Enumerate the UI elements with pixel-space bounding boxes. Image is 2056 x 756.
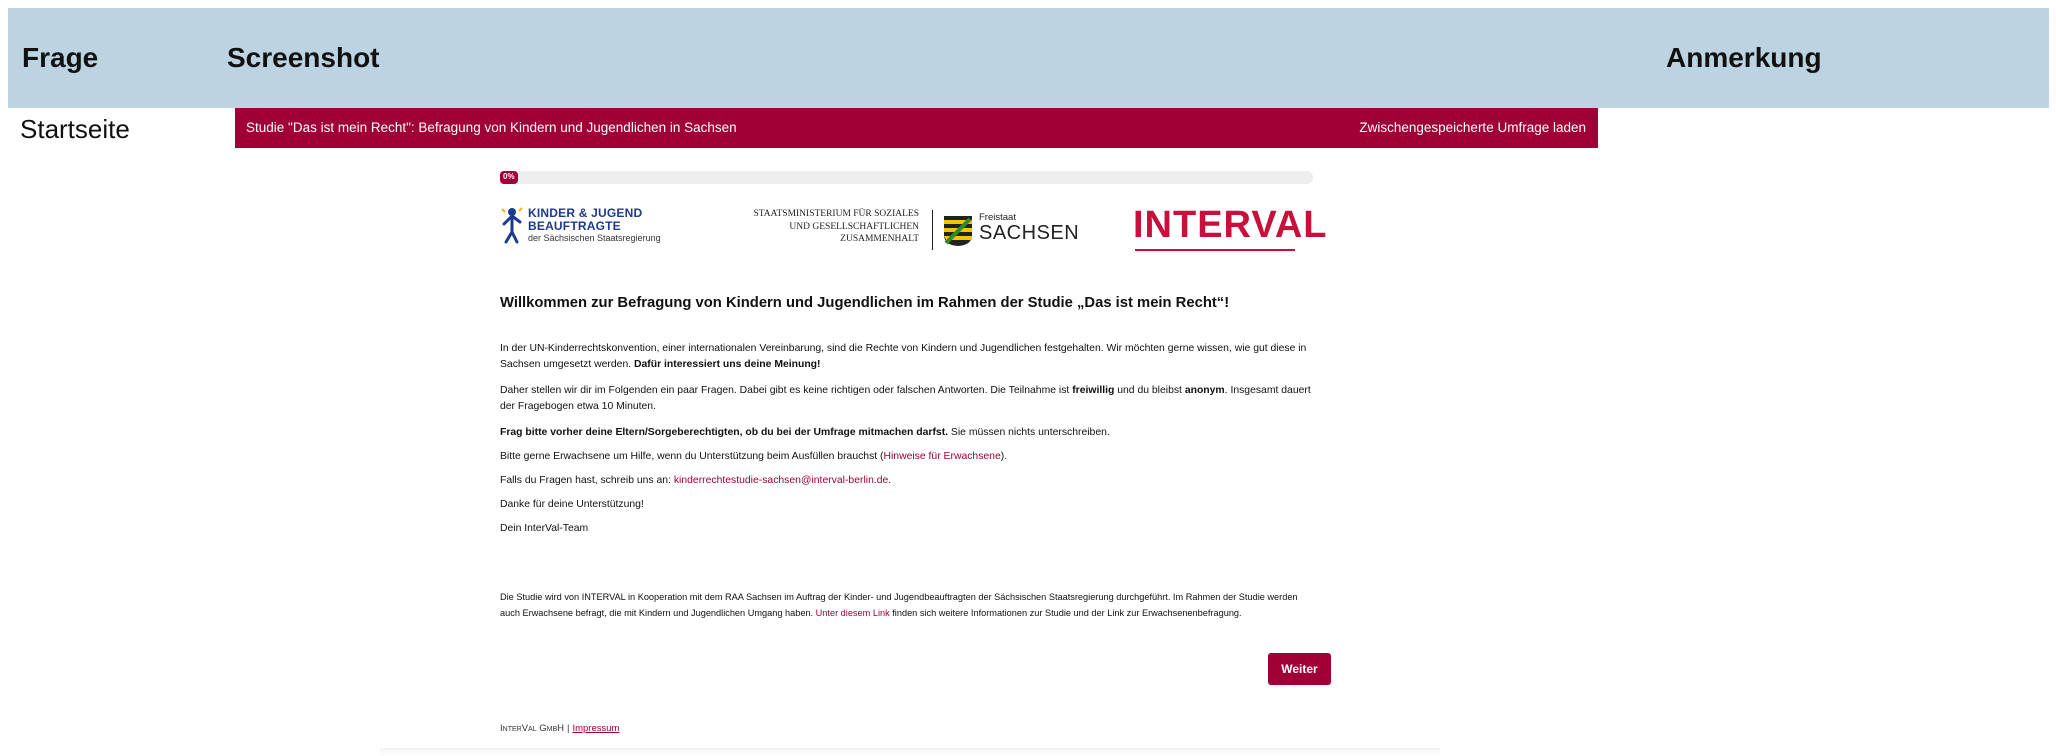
intro-p3-text: Sie müssen nichts unterschreiben. <box>948 427 1110 438</box>
survey-topbar: Studie "Das ist mein Recht": Befragung v… <box>235 108 1598 148</box>
sms-logo-line1: STAATSMINISTERIUM FÜR SOZIALES <box>753 209 919 219</box>
document-table: Frage Screenshot Anmerkung Startseite St… <box>8 8 2049 756</box>
intro-p4-b: ). <box>1000 451 1008 462</box>
footer-separator: | <box>566 723 570 734</box>
header-screenshot: Screenshot <box>227 42 380 73</box>
team-signature: Dein InterVal-Team <box>500 523 589 534</box>
kjb-logo-line3: der Sächsischen Staatsregierung <box>528 233 661 243</box>
progress-bar-fill: 0% <box>500 171 518 184</box>
interval-logo: INTERVAL <box>1133 204 1327 252</box>
interval-logo-text: INTERVAL <box>1133 204 1328 246</box>
intro-p5-b: . <box>888 475 892 486</box>
header-anmerkung: Anmerkung <box>1666 42 1822 73</box>
row-label-startseite: Startseite <box>20 114 130 144</box>
thanks-text: Danke für deine Unterstützung! <box>500 499 644 510</box>
intro-p2-bold2: anonym <box>1184 385 1225 396</box>
survey-screenshot: Studie "Das ist mein Recht": Befragung v… <box>227 108 1598 756</box>
footer-company: InterVal GmbH <box>500 723 564 734</box>
contact-email-link[interactable]: kinderrechtestudie-sachsen@interval-berl… <box>674 475 888 486</box>
imprint-link[interactable]: Impressum <box>572 723 619 734</box>
welcome-title: Willkommen zur Befragung von Kindern und… <box>500 295 1230 311</box>
sachsen-wordmark: Freistaat SACHSEN <box>979 212 1079 245</box>
table-header-row: Frage Screenshot Anmerkung <box>8 8 2049 108</box>
intro-paragraph-5: Falls du Fragen hast, schreib uns an: ki… <box>500 473 1315 489</box>
load-saved-survey-link[interactable]: Zwischengespeicherte Umfrage laden <box>1359 120 1586 135</box>
next-button[interactable]: Weiter <box>1268 653 1331 685</box>
more-info-link[interactable]: Unter diesem Link <box>816 608 890 618</box>
intro-paragraph-3: Frag bitte vorher deine Eltern/Sorgebere… <box>500 425 1315 441</box>
progress-bar: 0% <box>500 171 1313 184</box>
intro-p1-text: In der UN-Kinderrechtskonvention, einer … <box>500 343 1307 370</box>
intro-p2-b: und du bleibst <box>1114 385 1185 396</box>
intro-paragraph-1: In der UN-Kinderrechtskonvention, einer … <box>500 341 1315 373</box>
intro-p2-bold1: freiwillig <box>1072 385 1115 396</box>
kjb-logo-line1: KINDER & JUGEND <box>528 206 643 220</box>
saxony-coat-of-arms-icon <box>944 216 972 246</box>
intro-p4-a: Bitte gerne Erwachsene um Hilfe, wenn du… <box>500 451 884 462</box>
kjb-logo-line2: BEAUFTRAGTE <box>528 219 621 233</box>
study-footnote: Die Studie wird von INTERVAL in Kooperat… <box>500 589 1315 621</box>
sms-logo-divider <box>932 210 933 250</box>
adult-hints-link[interactable]: Hinweise für Erwachsene <box>884 451 1001 462</box>
sms-logo-line2: UND GESELLSCHAFTLICHEN <box>789 221 919 232</box>
child-figure-icon <box>501 207 523 244</box>
intro-p1-bold: Dafür interessiert uns deine Meinung! <box>634 359 821 370</box>
page-bottom-shadow <box>380 748 1440 756</box>
footnote-text-b: finden sich weitere Informationen zur St… <box>889 608 1242 618</box>
intro-paragraph-2: Daher stellen wir dir im Folgenden ein p… <box>500 383 1315 415</box>
header-frage: Frage <box>22 42 99 73</box>
survey-footer: InterVal GmbH | Impressum <box>500 723 619 734</box>
survey-card: 0% KINDER & JUGEND BEAUFTRAGTE der Sächs… <box>380 148 1440 756</box>
intro-p3-bold: Frag bitte vorher deine Eltern/Sorgebere… <box>500 427 949 438</box>
sachsen-label: SACHSEN <box>979 222 1080 244</box>
sms-logo-line3: ZUSAMMENHALT <box>840 234 919 244</box>
progress-label: 0% <box>503 172 515 181</box>
interval-logo-underline <box>1135 249 1295 251</box>
staatsministerium-logo: STAATSMINISTERIUM FÜR SOZIALES UND GESEL… <box>737 208 1079 254</box>
intro-p5-a: Falls du Fragen hast, schreib uns an: <box>500 475 674 486</box>
intro-paragraph-4: Bitte gerne Erwachsene um Hilfe, wenn du… <box>500 449 1315 465</box>
sms-logo-text: STAATSMINISTERIUM FÜR SOZIALES UND GESEL… <box>737 208 919 246</box>
intro-p2-a: Daher stellen wir dir im Folgenden ein p… <box>500 385 1073 396</box>
survey-topbar-title: Studie "Das ist mein Recht": Befragung v… <box>246 120 737 135</box>
kinder-jugend-beauftragte-logo: KINDER & JUGEND BEAUFTRAGTE der Sächsisc… <box>500 206 670 256</box>
